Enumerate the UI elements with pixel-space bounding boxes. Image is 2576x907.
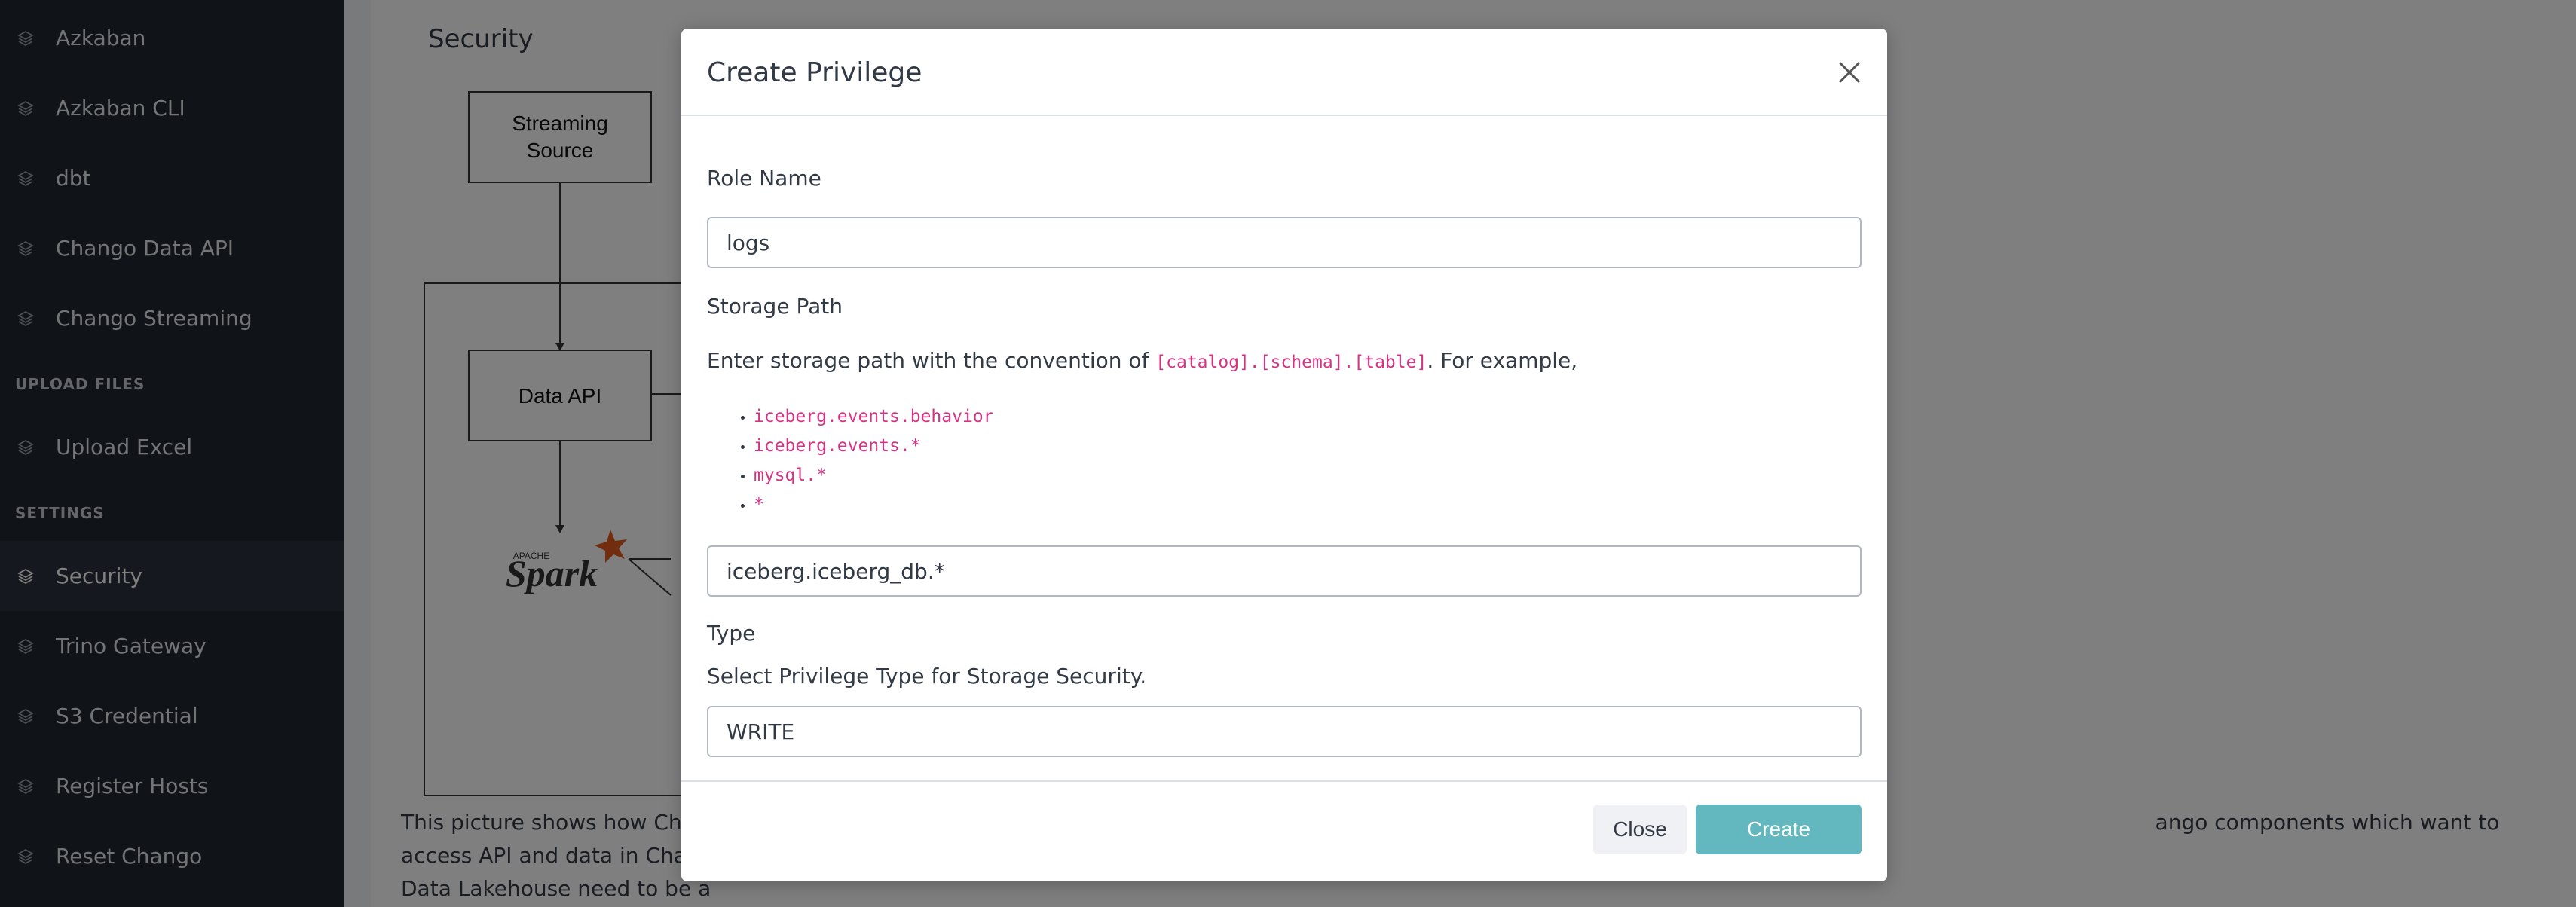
modal-title: Create Privilege <box>707 57 922 88</box>
type-label: Type <box>707 621 756 646</box>
list-item: * <box>754 490 994 520</box>
list-item: iceberg.events.behavior <box>754 402 994 432</box>
help-text: . For example, <box>1427 348 1578 373</box>
create-button[interactable]: Create <box>1696 805 1862 854</box>
create-privilege-modal: Create Privilege Role Name Storage Path … <box>681 29 1887 881</box>
type-help: Select Privilege Type for Storage Securi… <box>707 664 1147 689</box>
help-text: Enter storage path with the convention o… <box>707 348 1156 373</box>
storage-path-label: Storage Path <box>707 294 843 319</box>
close-icon[interactable] <box>1834 57 1865 87</box>
role-name-label: Role Name <box>707 166 821 191</box>
type-input[interactable] <box>707 706 1862 757</box>
example-list: iceberg.events.behavior iceberg.events.*… <box>727 402 994 520</box>
storage-path-help: Enter storage path with the convention o… <box>707 348 1577 373</box>
convention-code: [catalog].[schema].[table] <box>1155 353 1427 372</box>
modal-footer: Close Create <box>681 780 1887 881</box>
storage-path-input[interactable] <box>707 545 1862 597</box>
modal-header: Create Privilege <box>681 29 1887 116</box>
close-button[interactable]: Close <box>1593 805 1687 854</box>
role-name-input[interactable] <box>707 217 1862 268</box>
list-item: iceberg.events.* <box>754 432 994 461</box>
list-item: mysql.* <box>754 461 994 490</box>
